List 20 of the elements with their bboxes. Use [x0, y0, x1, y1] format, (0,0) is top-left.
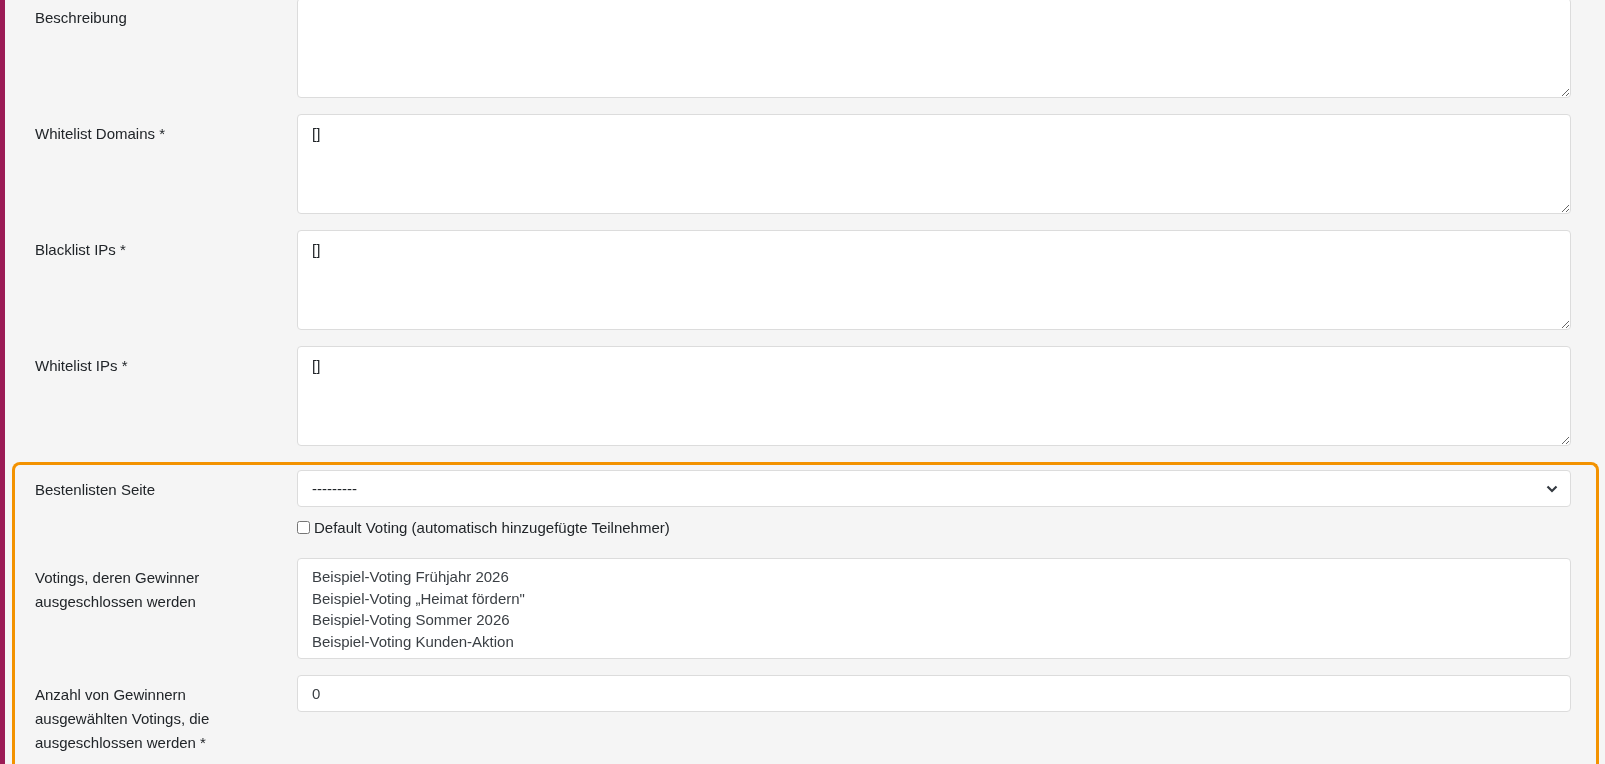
- checkbox-label: Default Voting (automatisch hinzugefügte Teilnehmer): [314, 519, 670, 536]
- field-label: Whitelist Domains *: [35, 124, 167, 144]
- multi-select-list[interactable]: Beispiel-Voting Frühjahr 2026 Beispiel-Voting „Heimat fördern" Beispiel-Voting Sommer 2026 Beispiel-Voting Kunden-Aktion: [297, 558, 1571, 659]
- field-label: Anzahl von Gewinnern ausgewählten Votings, die ausgeschlossen werden *: [35, 685, 211, 753]
- checkbox[interactable]: [297, 521, 310, 534]
- number-field[interactable]: 0: [297, 675, 1571, 712]
- field-label: Bestenlisten Seite: [35, 480, 157, 500]
- list-option[interactable]: Beispiel-Voting Sommer 2026: [312, 609, 1556, 631]
- text-area[interactable]: []: [297, 346, 1571, 446]
- list-option[interactable]: Beispiel-Voting „Heimat fördern": [312, 587, 1556, 609]
- list-option[interactable]: Beispiel-Voting Kunden-Aktion: [312, 630, 1556, 652]
- chevron-down-icon: [1546, 484, 1558, 493]
- list-option[interactable]: Beispiel-Voting Frühjahr 2026: [312, 566, 1556, 588]
- field-label: Blacklist IPs *: [35, 240, 127, 260]
- dropdown-field[interactable]: ---------: [297, 470, 1571, 507]
- field-label: Whitelist IPs *: [35, 356, 129, 376]
- text-area[interactable]: []: [297, 114, 1571, 214]
- field-label: Beschreibung: [35, 8, 128, 28]
- text-area[interactable]: []: [297, 230, 1571, 330]
- field-label: Votings, deren Gewinner ausgeschlossen werden: [35, 568, 201, 612]
